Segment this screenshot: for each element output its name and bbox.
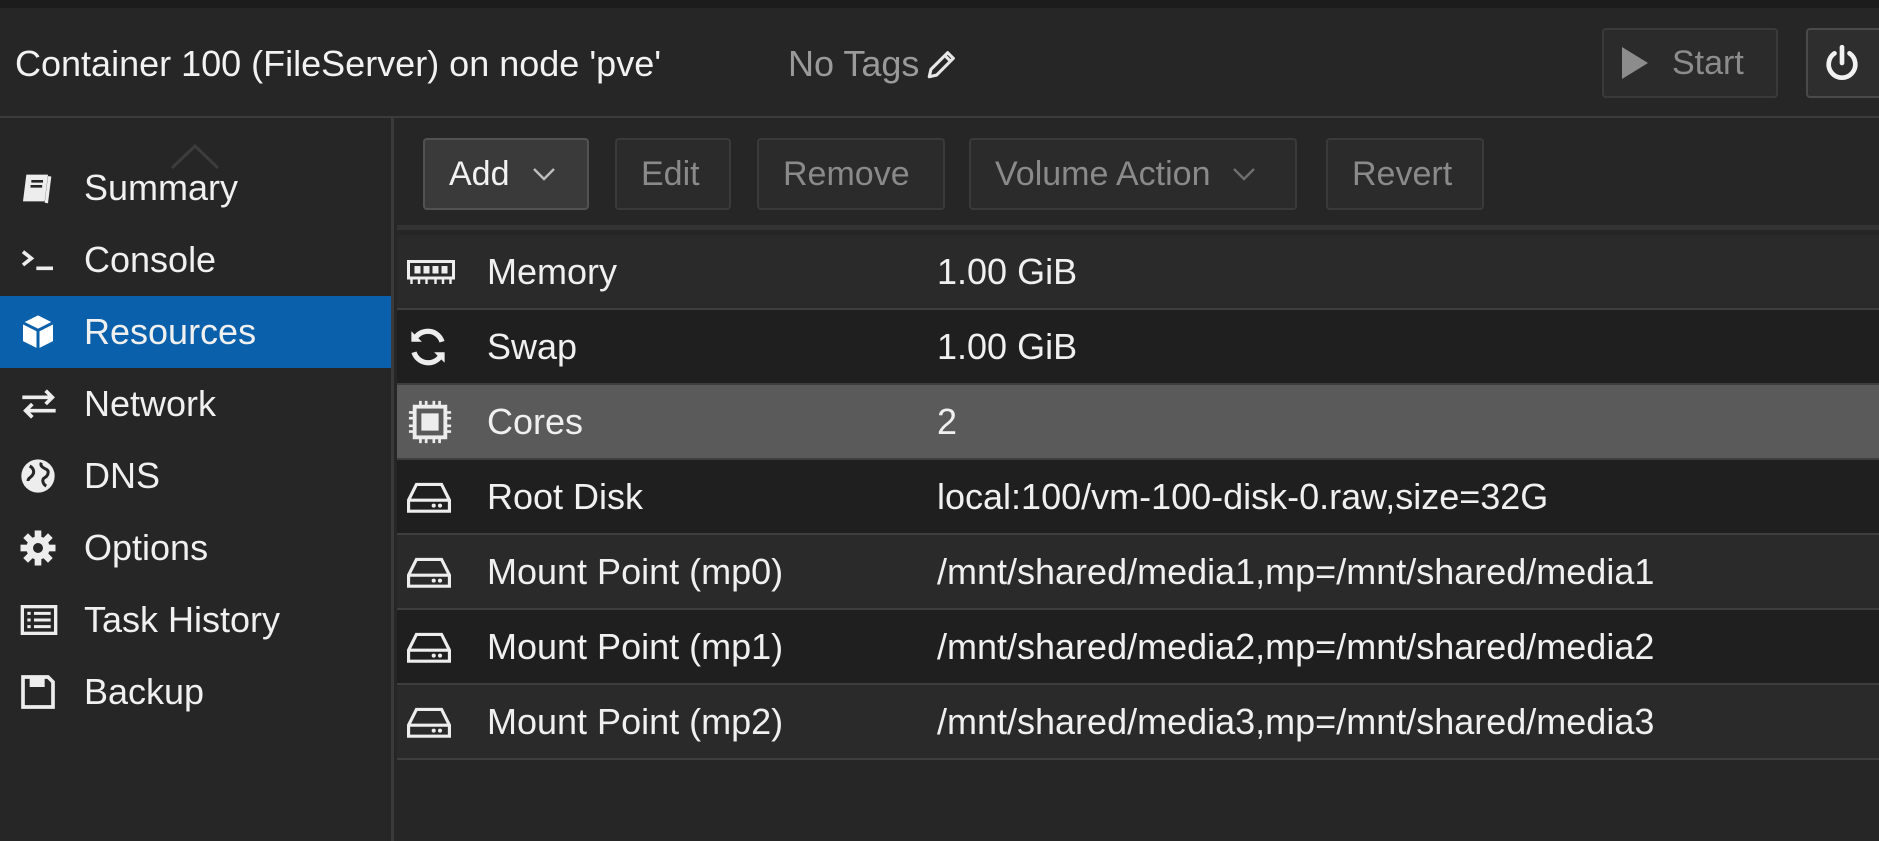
- sidebar-item-network[interactable]: Network: [0, 368, 391, 440]
- sidebar-item-label: DNS: [84, 455, 161, 496]
- sidebar-nav: Summary Console Resources Network DNS Op…: [0, 118, 394, 841]
- shutdown-button[interactable]: [1806, 28, 1879, 98]
- sidebar-item-label: Task History: [84, 599, 281, 640]
- sidebar-item-resources[interactable]: Resources: [0, 296, 391, 368]
- resource-name: Swap: [487, 325, 578, 367]
- table-row[interactable]: Mount Point (mp2) /mnt/shared/media3,mp=…: [397, 685, 1879, 760]
- start-button-label: Start: [1672, 43, 1744, 82]
- remove-button-label: Remove: [783, 154, 910, 193]
- sidebar-item-dns[interactable]: DNS: [0, 440, 391, 512]
- page-title: Container 100 (FileServer) on node 'pve': [15, 43, 662, 84]
- revert-button[interactable]: Revert: [1326, 138, 1484, 210]
- terminal-icon: [21, 250, 53, 271]
- save-icon: [21, 675, 55, 709]
- memory-icon: [407, 259, 455, 284]
- hdd-icon: [407, 557, 451, 588]
- resource-value: /mnt/shared/media1,mp=/mnt/shared/media1: [937, 550, 1655, 592]
- hdd-icon: [407, 632, 451, 663]
- sidebar-item-label: Network: [84, 383, 217, 424]
- add-button-label: Add: [449, 154, 510, 193]
- table-row[interactable]: Memory 1.00 GiB: [397, 235, 1879, 310]
- hdd-icon: [407, 482, 451, 513]
- pencil-icon[interactable]: [925, 47, 959, 81]
- resources-panel: Add Edit Remove Volume Action Revert Mem…: [397, 118, 1879, 841]
- hdd-icon: [407, 707, 451, 738]
- volume-action-button-label: Volume Action: [995, 154, 1211, 193]
- resource-name: Memory: [487, 250, 618, 292]
- resource-name: Mount Point (mp2): [487, 700, 784, 742]
- sidebar-item-console[interactable]: Console: [0, 224, 391, 296]
- resources-grid: Memory 1.00 GiB Swap 1.00 GiB Cores 2 Ro…: [397, 235, 1879, 760]
- book-icon: [23, 174, 52, 204]
- resource-name: Root Disk: [487, 475, 644, 517]
- sidebar-item-backup[interactable]: Backup: [0, 656, 391, 728]
- table-row[interactable]: Mount Point (mp1) /mnt/shared/media2,mp=…: [397, 610, 1879, 685]
- sidebar-item-task-history[interactable]: Task History: [0, 584, 391, 656]
- resource-value: local:100/vm-100-disk-0.raw,size=32G: [937, 475, 1549, 517]
- resource-value: 1.00 GiB: [937, 250, 1078, 292]
- table-row[interactable]: Cores 2: [397, 385, 1879, 460]
- globe-icon: [21, 459, 55, 493]
- resource-name: Mount Point (mp0): [487, 550, 784, 592]
- sidebar-item-label: Console: [84, 239, 217, 280]
- volume-action-button[interactable]: Volume Action: [969, 138, 1297, 210]
- start-button[interactable]: Start: [1602, 28, 1778, 98]
- remove-button[interactable]: Remove: [757, 138, 945, 210]
- refresh-icon: [411, 328, 445, 365]
- tags-label: No Tags: [788, 43, 920, 84]
- resource-name: Mount Point (mp1): [487, 625, 784, 667]
- resource-value: 1.00 GiB: [937, 325, 1078, 367]
- play-icon: [1622, 47, 1648, 79]
- tags-editor[interactable]: No Tags: [788, 43, 959, 85]
- exchange-icon: [22, 389, 56, 419]
- top-strip: [0, 0, 1879, 8]
- chevron-down-icon: [532, 168, 555, 181]
- cube-icon: [22, 315, 54, 349]
- resource-value: /mnt/shared/media3,mp=/mnt/shared/media3: [937, 700, 1655, 742]
- table-row[interactable]: Swap 1.00 GiB: [397, 310, 1879, 385]
- table-row[interactable]: Mount Point (mp0) /mnt/shared/media1,mp=…: [397, 535, 1879, 610]
- toolbar: Add Edit Remove Volume Action Revert: [397, 118, 1879, 230]
- resource-value: /mnt/shared/media2,mp=/mnt/shared/media2: [937, 625, 1655, 667]
- list-icon: [20, 605, 58, 635]
- add-button[interactable]: Add: [423, 138, 589, 210]
- revert-button-label: Revert: [1352, 154, 1453, 193]
- sidebar-item-options[interactable]: Options: [0, 512, 391, 584]
- sidebar-item-label: Resources: [84, 311, 257, 352]
- edit-button-label: Edit: [641, 154, 700, 193]
- header-bar: Container 100 (FileServer) on node 'pve'…: [0, 8, 1879, 118]
- chevron-down-icon: [1233, 168, 1256, 181]
- edit-button[interactable]: Edit: [615, 138, 731, 210]
- resource-name: Cores: [487, 400, 584, 442]
- power-icon: [1826, 44, 1858, 80]
- table-row[interactable]: Root Disk local:100/vm-100-disk-0.raw,si…: [397, 460, 1879, 535]
- sidebar-item-label: Options: [84, 527, 209, 568]
- sidebar-item-summary[interactable]: Summary: [0, 152, 391, 224]
- cpu-icon: [408, 400, 452, 443]
- resource-value: 2: [937, 400, 958, 442]
- gear-icon: [20, 530, 56, 566]
- sidebar-item-label: Summary: [84, 167, 239, 208]
- sidebar-item-label: Backup: [84, 671, 205, 712]
